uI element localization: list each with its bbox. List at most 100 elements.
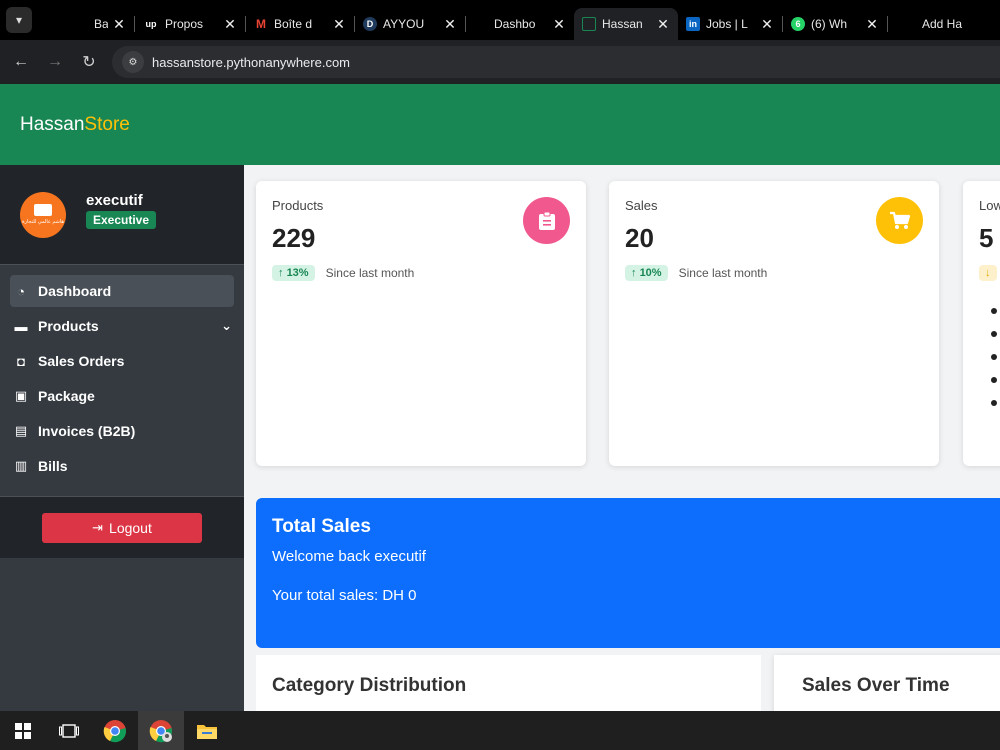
sidebar-item-label: Sales Orders bbox=[38, 353, 125, 369]
close-icon[interactable]: ✕ bbox=[865, 16, 879, 33]
hassan-favicon-icon bbox=[582, 17, 596, 31]
stat-label: Sales bbox=[625, 198, 658, 213]
sidebar-item-products[interactable]: ▬ Products ⌄ bbox=[10, 310, 234, 342]
taskbar-chrome-profile[interactable] bbox=[138, 711, 184, 750]
os-taskbar bbox=[0, 711, 1000, 750]
change-badge: ↓ bbox=[979, 265, 997, 281]
chevron-down-icon[interactable]: ⌄ bbox=[221, 318, 232, 334]
close-icon[interactable]: ✕ bbox=[443, 16, 457, 33]
change-value: 13% bbox=[286, 267, 309, 279]
browser-tab[interactable]: Add Ha bbox=[888, 8, 982, 40]
stat-card-sales: Sales 20 ↑ 10% Since last month bbox=[609, 181, 939, 466]
task-view-button[interactable] bbox=[46, 711, 92, 750]
user-profile: ھاشم عالمي للتجارة executif Executive bbox=[0, 165, 244, 265]
folder-icon: ▬ bbox=[14, 318, 28, 334]
back-button[interactable]: ← bbox=[4, 53, 38, 71]
forward-button[interactable]: → bbox=[38, 53, 72, 71]
arrow-right-icon: → bbox=[47, 53, 63, 70]
close-icon[interactable]: ✕ bbox=[552, 16, 566, 33]
stat-card-low-stock: Low 5 ↓ bbox=[963, 181, 1000, 466]
sidebar-item-label: Products bbox=[38, 318, 99, 334]
invoice-icon: ▤ bbox=[14, 423, 28, 438]
tab-title: Dashbo bbox=[494, 17, 536, 31]
reload-button[interactable]: ↻ bbox=[72, 52, 106, 72]
close-icon[interactable]: ✕ bbox=[656, 16, 670, 33]
browser-tab[interactable]: Bash co ✕ bbox=[48, 8, 134, 40]
tab-title: Hassan bbox=[602, 17, 643, 31]
sidebar-item-label: Package bbox=[38, 388, 95, 404]
sidebar-menu: ◔ Dashboard ▬ Products ⌄ ◘ Sales Orders … bbox=[0, 265, 244, 482]
list-item bbox=[979, 299, 997, 322]
close-icon[interactable]: ✕ bbox=[223, 16, 237, 33]
tab-title: Bash co bbox=[94, 17, 108, 31]
tab-title: AYYOU bbox=[383, 17, 425, 31]
stat-trend: ↑ 13% Since last month bbox=[272, 265, 414, 281]
browser-tab[interactable]: 6 (6) Wh ✕ bbox=[783, 8, 887, 40]
stat-value: 20 bbox=[625, 223, 654, 253]
browser-tab-active[interactable]: Hassan ✕ bbox=[574, 8, 678, 40]
browser-tab[interactable]: in Jobs | L ✕ bbox=[678, 8, 782, 40]
total-sales-banner: Total Sales Welcome back executif Your t… bbox=[256, 498, 1000, 648]
logo-box-icon bbox=[34, 204, 52, 216]
sidebar-item-label: Dashboard bbox=[38, 283, 112, 299]
change-note: Since last month bbox=[678, 266, 768, 280]
address-bar[interactable]: ⚙ hassanstore.pythonanywhere.com bbox=[112, 46, 1000, 78]
stat-value: 5 bbox=[979, 223, 994, 253]
role-badge: Executive bbox=[86, 211, 157, 229]
browser-tab[interactable]: up Propos ✕ bbox=[135, 8, 245, 40]
tab-search-button[interactable]: ▾ bbox=[6, 7, 32, 33]
bullet-icon bbox=[991, 307, 997, 314]
tab-title: Boîte d bbox=[274, 17, 313, 31]
close-icon[interactable]: ✕ bbox=[760, 16, 774, 33]
arrow-left-icon: ← bbox=[13, 53, 29, 70]
arrow-up-icon: ↑ bbox=[631, 267, 640, 279]
browser-toolbar: ← → ↻ ⚙ hassanstore.pythonanywhere.com bbox=[0, 40, 1000, 84]
taskbar-chrome[interactable] bbox=[92, 711, 138, 750]
user-info: executif Executive bbox=[86, 192, 157, 229]
arrow-down-icon: ↓ bbox=[985, 267, 991, 279]
stat-trend: ↑ 10% Since last month bbox=[625, 265, 767, 281]
start-button[interactable] bbox=[0, 711, 46, 750]
chevron-down-icon: ▾ bbox=[15, 13, 23, 27]
close-icon[interactable]: ✕ bbox=[332, 16, 346, 33]
gauge-icon: ◔ bbox=[17, 283, 25, 299]
chrome-icon bbox=[103, 719, 126, 742]
sidebar-item-bills[interactable]: ▥ Bills bbox=[10, 450, 234, 482]
folder-icon bbox=[197, 724, 217, 739]
section-heading: Category Distribution bbox=[272, 675, 467, 696]
taskbar-file-explorer[interactable] bbox=[184, 711, 230, 750]
bullet-icon bbox=[991, 399, 997, 406]
logout-button[interactable]: ⇥ Logout bbox=[42, 512, 202, 543]
sidebar-item-invoices[interactable]: ▤ Invoices (B2B) bbox=[10, 415, 234, 447]
gmail-favicon-icon: M bbox=[256, 17, 266, 31]
sidebar-item-sales-orders[interactable]: ◘ Sales Orders bbox=[10, 345, 234, 377]
brand-text-primary: Hassan bbox=[20, 113, 85, 135]
change-badge: ↑ 13% bbox=[272, 265, 315, 281]
browser-tab[interactable]: D AYYOU ✕ bbox=[355, 8, 465, 40]
app-header: HassanStore bbox=[0, 84, 1000, 165]
sales-over-time-card: Sales Over Time bbox=[774, 655, 1000, 711]
box-icon: ▣ bbox=[14, 388, 28, 403]
site-info-icon[interactable]: ⚙ bbox=[122, 51, 144, 73]
sidebar-item-dashboard[interactable]: ◔ Dashboard bbox=[10, 275, 234, 307]
logout-label: Logout bbox=[109, 519, 152, 536]
chrome-profile-icon bbox=[149, 719, 172, 742]
tab-title: (6) Wh bbox=[811, 17, 847, 31]
bullet-icon bbox=[991, 330, 997, 337]
user-name: executif bbox=[86, 192, 143, 209]
arrow-up-icon: ↑ bbox=[278, 267, 287, 279]
sidebar-item-label: Bills bbox=[38, 458, 68, 474]
browser-tab[interactable]: M Boîte d ✕ bbox=[246, 8, 354, 40]
logout-section: ⇥ Logout bbox=[0, 496, 244, 558]
bullet-icon bbox=[991, 376, 997, 383]
url-text: hassanstore.pythonanywhere.com bbox=[152, 54, 351, 70]
close-icon[interactable]: ✕ bbox=[112, 16, 126, 33]
dashlane-favicon-icon: D bbox=[363, 17, 377, 31]
sidebar-item-package[interactable]: ▣ Package bbox=[10, 380, 234, 412]
tab-strip: Bash co ✕ up Propos ✕ M Boîte d ✕ D AYYO… bbox=[48, 0, 982, 40]
avatar: ھاشم عالمي للتجارة bbox=[20, 191, 66, 238]
tab-title: Add Ha bbox=[922, 17, 963, 31]
list-item bbox=[979, 368, 997, 391]
brand-logo[interactable]: HassanStore bbox=[20, 114, 130, 136]
browser-tab[interactable]: Dashbo ✕ bbox=[466, 8, 574, 40]
